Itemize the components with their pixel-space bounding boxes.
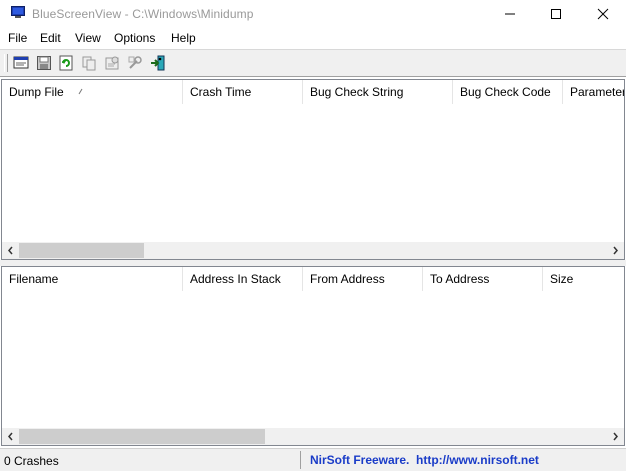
menu-view[interactable]: View: [75, 31, 101, 45]
menu-bar: File Edit View Options Help: [0, 28, 626, 48]
column-header-bug-check-code[interactable]: Bug Check Code: [453, 80, 563, 104]
close-button[interactable]: [580, 0, 626, 28]
html-report-icon: [13, 56, 29, 69]
chevron-right-icon: [613, 246, 618, 255]
column-header-address-in-stack[interactable]: Address In Stack: [183, 267, 303, 291]
column-header-to-address[interactable]: To Address: [423, 267, 543, 291]
exit-button[interactable]: [149, 54, 167, 72]
title-bar: BlueScreenView - C:\Windows\Minidump: [0, 0, 626, 28]
window-title: BlueScreenView - C:\Windows\Minidump: [32, 7, 254, 21]
status-divider: [300, 451, 301, 469]
menu-file[interactable]: File: [8, 31, 27, 45]
chevron-left-icon: [8, 246, 13, 255]
menu-edit[interactable]: Edit: [40, 31, 61, 45]
toolbar-grip: [4, 54, 8, 72]
html-report-button[interactable]: [12, 54, 30, 72]
advanced-options-button[interactable]: [126, 54, 144, 72]
column-header-from-address[interactable]: From Address: [303, 267, 423, 291]
status-bar: 0 Crashes NirSoft Freeware. http://www.n…: [0, 448, 626, 471]
menu-help[interactable]: Help: [171, 31, 196, 45]
save-icon: [37, 56, 51, 70]
app-icon: [11, 6, 25, 18]
column-header-parameter[interactable]: Parameter: [563, 80, 624, 104]
chevron-right-icon: [613, 432, 618, 441]
toolbar: [0, 49, 626, 77]
refresh-icon: [59, 55, 73, 71]
properties-icon: [105, 56, 119, 70]
crash-list[interactable]: Dump File Crash Time Bug Check String Bu…: [1, 79, 625, 260]
scroll-left-button[interactable]: [2, 428, 19, 445]
column-header-bug-check-string[interactable]: Bug Check String: [303, 80, 453, 104]
column-header-size[interactable]: Size: [543, 267, 624, 291]
copy-icon: [82, 56, 96, 71]
minimize-icon: [505, 13, 515, 15]
nirsoft-link[interactable]: NirSoft Freeware. http://www.nirsoft.net: [310, 453, 539, 467]
maximize-icon: [551, 9, 561, 19]
advanced-options-icon: [128, 56, 142, 69]
copy-button[interactable]: [80, 54, 98, 72]
close-icon: [597, 8, 609, 20]
sort-ascending-icon: [78, 88, 83, 95]
crash-list-scrollbar[interactable]: [2, 242, 624, 259]
minimize-button[interactable]: [487, 0, 533, 28]
save-button[interactable]: [35, 54, 53, 72]
exit-icon: [151, 55, 165, 71]
scroll-right-button[interactable]: [607, 428, 624, 445]
crash-list-header: Dump File Crash Time Bug Check String Bu…: [2, 80, 624, 104]
driver-list[interactable]: Filename Address In Stack From Address T…: [1, 266, 625, 446]
maximize-button[interactable]: [533, 0, 579, 28]
scroll-left-button[interactable]: [2, 242, 19, 259]
scroll-thumb[interactable]: [19, 243, 144, 258]
column-header-filename[interactable]: Filename: [2, 267, 183, 291]
driver-list-header: Filename Address In Stack From Address T…: [2, 267, 624, 291]
scroll-thumb[interactable]: [19, 429, 265, 444]
refresh-button[interactable]: [57, 54, 75, 72]
chevron-left-icon: [8, 432, 13, 441]
menu-options[interactable]: Options: [114, 31, 155, 45]
properties-button[interactable]: [103, 54, 121, 72]
column-header-dump-file[interactable]: Dump File: [2, 80, 183, 104]
crash-count: 0 Crashes: [4, 454, 59, 468]
scroll-right-button[interactable]: [607, 242, 624, 259]
column-header-crash-time[interactable]: Crash Time: [183, 80, 303, 104]
driver-list-scrollbar[interactable]: [2, 428, 624, 445]
